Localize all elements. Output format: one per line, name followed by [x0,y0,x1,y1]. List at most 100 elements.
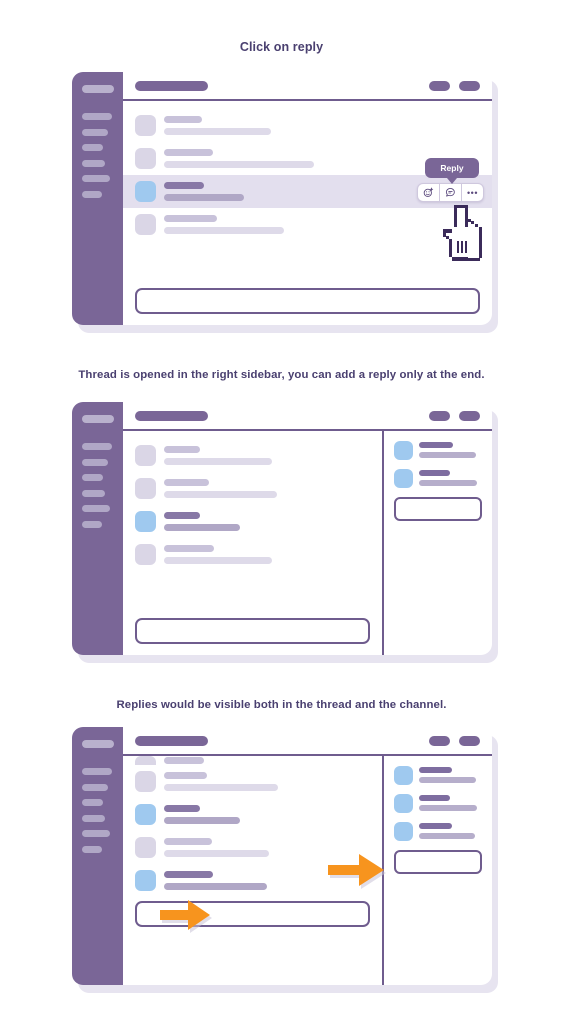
header-action-1[interactable] [429,735,450,746]
thread-message[interactable] [394,766,482,785]
channel-name-placeholder [135,735,208,746]
message-author-placeholder [164,772,207,779]
message-author-placeholder [164,149,213,156]
header-actions [429,80,480,91]
message-content [164,445,370,465]
message-row[interactable] [123,765,382,798]
sidebar-item-6[interactable] [82,845,102,853]
channel-header [123,727,492,756]
message-row[interactable] [123,472,382,505]
thread-message[interactable] [394,469,482,488]
message-author-placeholder [164,545,214,552]
sidebar-item-2[interactable] [82,458,108,466]
message-row[interactable] [123,439,382,472]
avatar [394,441,413,460]
sidebar-item-3[interactable] [82,799,103,806]
sidebar-item-1[interactable] [82,768,112,775]
message-row[interactable] [123,538,382,571]
sidebar-nav-list [72,113,123,198]
channel-header [123,72,492,101]
thread-message[interactable] [394,794,482,813]
avatar [135,511,156,532]
message-author-placeholder [164,757,204,764]
message-content [164,115,480,135]
app-area [123,402,492,655]
app-body [123,431,492,655]
message-text-placeholder [164,883,267,890]
message-text-placeholder [419,480,477,486]
arrow-pointing-to-channel-reply [160,900,210,930]
sidebar-nav-list [72,768,123,853]
step-3-window [72,727,492,985]
sidebar-item-5[interactable] [82,175,110,182]
message-text-placeholder [164,817,240,824]
sidebar-item-5[interactable] [82,505,110,512]
channel-message-list [123,431,382,655]
sidebar-item-4[interactable] [82,814,105,822]
sidebar-item-4[interactable] [82,159,105,167]
avatar [135,756,156,765]
message-author-placeholder [164,182,204,189]
message-row-selected[interactable] [123,505,382,538]
step-3-caption: Replies would be visible both in the thr… [116,699,447,711]
add-reaction-icon [423,187,434,197]
header-action-1[interactable] [429,410,450,421]
header-action-2[interactable] [459,735,480,746]
message-content [419,766,482,783]
avatar [135,544,156,565]
message-action-bar: ••• [417,183,484,202]
avatar [135,771,156,792]
sidebar-item-1[interactable] [82,443,112,450]
message-row-clipped[interactable] [123,756,382,765]
add-reaction-button[interactable] [418,184,440,201]
sidebar-item-1[interactable] [82,113,112,120]
avatar [394,822,413,841]
message-content [419,441,482,458]
sidebar-item-5[interactable] [82,830,110,837]
message-input[interactable] [135,618,370,644]
sidebar-item-3[interactable] [82,474,103,481]
avatar [135,181,156,202]
thread-sidebar [382,756,492,985]
thread-reply-input[interactable] [394,850,482,874]
message-input[interactable] [135,288,480,314]
avatar [135,445,156,466]
message-author-placeholder [164,512,200,519]
message-row[interactable] [123,109,492,142]
thread-message[interactable] [394,441,482,460]
thread-reply-input[interactable] [394,497,482,521]
reply-tooltip: Reply [425,158,479,184]
sidebar-item-6[interactable] [82,190,102,198]
message-row-reply[interactable] [123,798,382,831]
header-action-2[interactable] [459,410,480,421]
header-action-1[interactable] [429,80,450,91]
header-actions [429,410,480,421]
thread-message[interactable] [394,822,482,841]
more-actions-button[interactable]: ••• [462,184,483,201]
sidebar-nav-list [72,443,123,528]
more-actions-icon: ••• [467,187,478,198]
app-body [123,101,492,325]
header-action-2[interactable] [459,80,480,91]
message-text-placeholder [164,161,314,168]
pointing-hand-cursor [443,205,482,261]
channel-message-list [123,101,492,325]
message-row[interactable] [123,208,492,241]
avatar [394,794,413,813]
tutorial-illustration: Click on reply Reply ••• Thread is opene… [0,0,563,1024]
message-content [164,214,480,234]
app-area: Reply ••• [123,72,492,325]
reply-in-thread-button[interactable] [440,184,462,201]
channel-name-placeholder [135,410,208,421]
avatar [135,837,156,858]
sidebar-item-2[interactable] [82,783,108,791]
sidebar-item-3[interactable] [82,144,103,151]
message-content [164,478,370,498]
avatar [135,148,156,169]
message-text-placeholder [164,194,244,201]
workspace-sidebar [72,72,123,325]
sidebar-item-4[interactable] [82,489,105,497]
message-text-placeholder [164,524,240,531]
sidebar-item-2[interactable] [82,128,108,136]
sidebar-item-6[interactable] [82,520,102,528]
